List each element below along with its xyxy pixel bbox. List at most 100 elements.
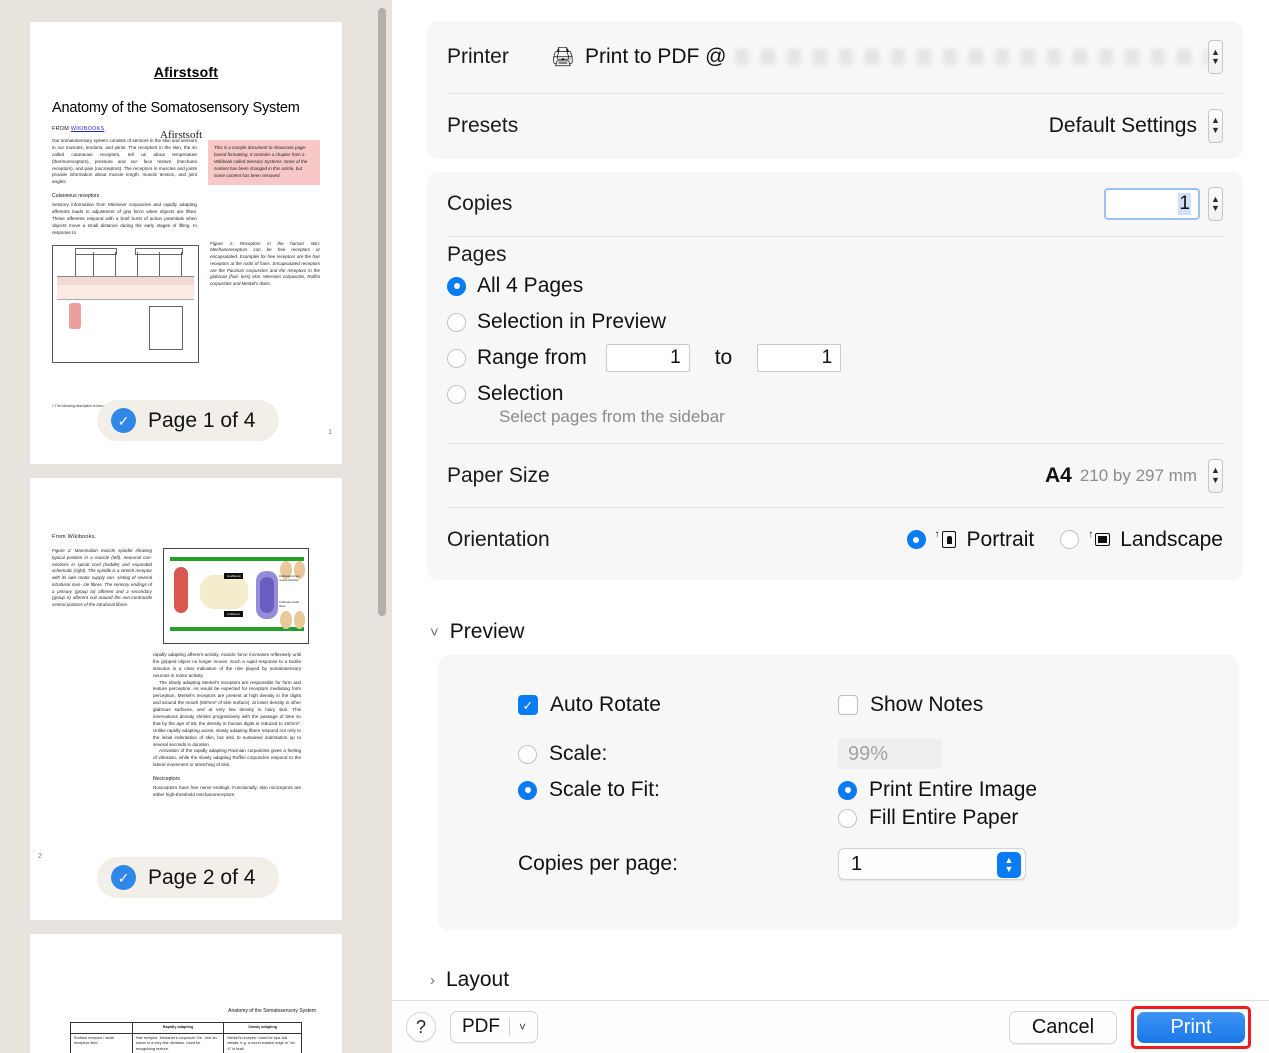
page-thumbnail-1[interactable]: Afirstsoft Anatomy of the Somatosensory … bbox=[30, 22, 342, 464]
portrait-icon: ↑ bbox=[935, 529, 957, 550]
printer-value[interactable]: 🖨 Print to PDF @ bbox=[551, 45, 727, 69]
orientation-row[interactable]: Orientation ↑ Portrait ↑ Landscape bbox=[427, 508, 1243, 571]
pages-option-selection[interactable]: Selection bbox=[447, 377, 1223, 411]
radio-selection-in-preview[interactable] bbox=[447, 312, 466, 332]
preview-row-copies-per-page: Copies per page: 1 ▲ ▼ bbox=[518, 848, 1239, 880]
page-1-number: 1 bbox=[328, 429, 332, 436]
printer-card: Printer 🖨 Print to PDF @ ▲ ▼ Presets Def… bbox=[427, 21, 1243, 159]
checkbox-auto-rotate[interactable]: ✓ bbox=[518, 695, 538, 715]
preview-row-fill-entire-paper: Fill Entire Paper bbox=[518, 806, 1239, 830]
checkbox-show-notes[interactable] bbox=[838, 695, 858, 715]
print-entire-image-option[interactable]: Print Entire Image bbox=[838, 778, 1037, 802]
preview-row-toggles: ✓ Auto Rotate Show Notes bbox=[518, 693, 1239, 717]
paper-size-row[interactable]: Paper Size A4 210 by 297 mm ▲ ▼ bbox=[427, 444, 1243, 507]
range-to-input[interactable]: 1 bbox=[757, 344, 842, 372]
auto-rotate-option[interactable]: ✓ Auto Rotate bbox=[518, 693, 838, 717]
presets-popup-stepper-icon[interactable]: ▲ ▼ bbox=[1208, 108, 1223, 143]
orientation-landscape-label: Landscape bbox=[1120, 527, 1223, 551]
print-button[interactable]: Print bbox=[1137, 1011, 1245, 1043]
presets-row[interactable]: Presets Default Settings ▲ ▼ bbox=[427, 94, 1243, 157]
show-notes-label: Show Notes bbox=[870, 693, 984, 716]
copies-per-page-select[interactable]: 1 ▲ ▼ bbox=[838, 848, 1026, 880]
printer-row[interactable]: Printer 🖨 Print to PDF @ ▲ ▼ bbox=[427, 21, 1243, 93]
copies-label: Copies bbox=[447, 192, 513, 215]
figure-inset-box bbox=[149, 305, 183, 350]
preview-section-header[interactable]: ˅ Preview bbox=[430, 620, 524, 644]
page-2-number: 2 bbox=[38, 853, 42, 860]
table-header-slowly-adapting: Slowly adapting bbox=[223, 1022, 302, 1034]
chevron-right-icon[interactable]: › bbox=[430, 973, 435, 988]
check-icon: ✓ bbox=[111, 408, 136, 433]
radio-scale[interactable] bbox=[518, 744, 537, 764]
pdf-menu-button[interactable]: PDF ˅ bbox=[450, 1011, 539, 1043]
pages-option-all[interactable]: All 4 Pages bbox=[447, 269, 1223, 303]
figure-blob-4 bbox=[294, 611, 305, 629]
page-1-subheading: Cutaneous receptors bbox=[52, 193, 100, 200]
radio-selection[interactable] bbox=[447, 384, 466, 404]
scale-to-fit-label: Scale to Fit: bbox=[549, 778, 660, 801]
page-thumbnail-3[interactable]: Anatomy of the Somatosensory System Rapi… bbox=[30, 934, 342, 1053]
preview-row-scale-to-fit: Scale to Fit: Print Entire Image bbox=[518, 778, 1239, 802]
pages-selection-hint: Select pages from the sidebar bbox=[499, 407, 725, 426]
pages-option-all-label: All 4 Pages bbox=[477, 274, 584, 297]
copies-stepper[interactable]: ▲ ▼ bbox=[1208, 187, 1223, 221]
scale-input[interactable]: 99% bbox=[838, 739, 942, 769]
page-1-figure-caption: Figure 1: Receptors in the human skin: M… bbox=[210, 240, 320, 287]
wikibooks-link[interactable]: WIKIBOOKS bbox=[71, 126, 105, 132]
radio-portrait[interactable] bbox=[906, 530, 926, 549]
radio-range-from[interactable] bbox=[447, 348, 466, 368]
printer-popup-stepper-icon[interactable]: ▲ ▼ bbox=[1208, 40, 1223, 74]
page-2-selected-badge[interactable]: ✓ Page 2 of 4 bbox=[97, 857, 280, 898]
radio-scale-to-fit[interactable] bbox=[518, 780, 537, 800]
paper-size-dimensions: 210 by 297 mm bbox=[1079, 465, 1197, 485]
figure-label-primary-fascicles: intrafusal primary muscle fascicles bbox=[279, 575, 300, 582]
orientation-landscape-option[interactable]: ↑ Landscape bbox=[1060, 528, 1223, 552]
copies-per-page-stepper[interactable]: ▲ ▼ bbox=[997, 852, 1021, 878]
layout-section-title: Layout bbox=[446, 968, 510, 991]
scale-label: Scale: bbox=[549, 742, 608, 765]
copies-per-page-label: Copies per page: bbox=[518, 852, 678, 875]
print-button-highlight: Print bbox=[1131, 1005, 1251, 1049]
radio-print-entire-image[interactable] bbox=[838, 780, 857, 800]
pages-group: Pages All 4 Pages Selection in Preview R… bbox=[427, 237, 1243, 427]
orientation-portrait-label: Portrait bbox=[966, 527, 1035, 551]
page-1-body-paragraph: Our somatosensory system consists of sen… bbox=[52, 138, 197, 185]
figure-leader-lines bbox=[63, 251, 193, 276]
bars-glyph bbox=[1098, 536, 1108, 543]
cancel-button[interactable]: Cancel bbox=[1009, 1010, 1117, 1044]
paper-size-popup-stepper-icon[interactable]: ▲ ▼ bbox=[1208, 458, 1223, 493]
pages-option-range[interactable]: Range from 1 to 1 bbox=[447, 341, 1223, 375]
pages-option-selection-label: Selection bbox=[477, 382, 564, 405]
copies-per-page-value: 1 bbox=[851, 852, 863, 875]
page-thumbnail-2[interactable]: From Wikibooks. Figure 2: Mammalian musc… bbox=[30, 478, 342, 920]
preview-row-scale: Scale: 99% bbox=[518, 739, 1239, 769]
scale-to-fit-option[interactable]: Scale to Fit: bbox=[518, 778, 838, 802]
page-1-selected-badge[interactable]: ✓ Page 1 of 4 bbox=[97, 400, 280, 441]
copies-per-page-labelwrap: Copies per page: bbox=[518, 852, 838, 876]
pages-option-selection-in-preview[interactable]: Selection in Preview bbox=[447, 305, 1223, 339]
sidebar-scrollbar[interactable] bbox=[378, 8, 386, 616]
copies-input[interactable]: 1 bbox=[1104, 188, 1200, 220]
page-preview-sidebar[interactable]: Afirstsoft Anatomy of the Somatosensory … bbox=[0, 0, 392, 1053]
help-button[interactable]: ? bbox=[406, 1012, 436, 1042]
presets-value: Default Settings bbox=[1048, 113, 1197, 137]
page-2-body-paragraph-3: Activation of the rapidly adapting Pacin… bbox=[153, 748, 301, 768]
layout-section-header[interactable]: › Layout bbox=[430, 968, 509, 992]
landscape-page-glyph bbox=[1095, 533, 1111, 546]
copies-row[interactable]: Copies 1 ▲ ▼ bbox=[427, 172, 1243, 236]
figure-label-ii-afferent: II afferent bbox=[224, 611, 243, 617]
scale-option[interactable]: Scale: bbox=[518, 742, 838, 766]
radio-all-pages[interactable] bbox=[447, 276, 466, 296]
figure-schematic-body bbox=[200, 575, 248, 609]
show-notes-option[interactable]: Show Notes bbox=[838, 693, 983, 717]
pdf-button-label: PDF bbox=[462, 1016, 500, 1037]
person-glyph bbox=[946, 535, 952, 544]
chevron-down-icon[interactable]: ˅ bbox=[430, 625, 439, 640]
skin-layer-dermis bbox=[57, 284, 195, 299]
table-header-row: Rapidly adapting Slowly adapting bbox=[70, 1022, 302, 1034]
radio-fill-entire-paper[interactable] bbox=[838, 808, 857, 828]
orientation-portrait-option[interactable]: ↑ Portrait bbox=[906, 527, 1035, 552]
range-from-input[interactable]: 1 bbox=[605, 344, 690, 372]
fill-entire-paper-option[interactable]: Fill Entire Paper bbox=[838, 806, 1018, 830]
radio-landscape[interactable] bbox=[1060, 530, 1080, 549]
